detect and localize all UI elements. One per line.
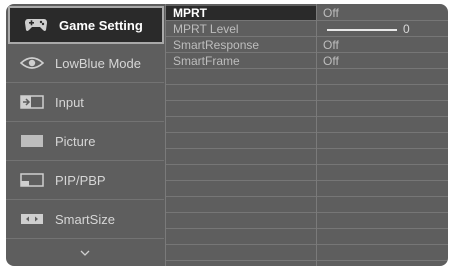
- submenu-empty-row: [166, 134, 316, 149]
- value-empty-row: [317, 182, 448, 197]
- mprt-level-slider[interactable]: 0: [317, 22, 448, 37]
- picture-icon: [19, 133, 45, 149]
- menu-item-lowblue-mode[interactable]: LowBlue Mode: [6, 44, 164, 83]
- value-empty-row: [317, 230, 448, 245]
- value-label: Off: [323, 38, 339, 52]
- value-empty-row: [317, 198, 448, 213]
- value-empty-row: [317, 118, 448, 133]
- menu-item-label: Input: [55, 94, 84, 110]
- menu-item-label: PIP/PBP: [55, 172, 106, 188]
- value-smartresponse[interactable]: Off: [317, 38, 448, 53]
- submenu-empty-row: [166, 166, 316, 181]
- chevron-down-icon[interactable]: [6, 242, 164, 264]
- value-empty-row: [317, 102, 448, 117]
- menu-item-label: Game Setting: [59, 17, 143, 33]
- submenu-item-mprt-level[interactable]: MPRT Level: [166, 22, 316, 37]
- submenu-empty-row: [166, 182, 316, 197]
- submenu-empty-row: [166, 230, 316, 245]
- submenu-item-smartresponse[interactable]: SmartResponse: [166, 38, 316, 53]
- menu-item-label: LowBlue Mode: [55, 55, 141, 71]
- value-empty-row: [317, 134, 448, 149]
- value-empty-row: [317, 86, 448, 101]
- menu-item-label: SmartSize: [55, 211, 115, 227]
- slider-value: 0: [403, 22, 410, 36]
- submenu-empty-row: [166, 150, 316, 165]
- submenu: MPRT MPRT Level SmartResponse SmartFrame: [165, 4, 317, 266]
- submenu-empty-row: [166, 198, 316, 213]
- submenu-empty-row: [166, 102, 316, 117]
- value-mprt[interactable]: Off: [317, 6, 448, 21]
- menu-item-input[interactable]: Input: [6, 83, 164, 122]
- menu-item-pip-pbp[interactable]: PIP/PBP: [6, 161, 164, 200]
- value-label: Off: [323, 54, 339, 68]
- osd-panel: Game Setting LowBlue Mode Input Picture …: [6, 4, 448, 266]
- submenu-empty-row: [166, 86, 316, 101]
- input-icon: [19, 94, 45, 110]
- smartsize-icon: [19, 211, 45, 227]
- value-empty-row: [317, 166, 448, 181]
- value-empty-row: [317, 246, 448, 261]
- submenu-empty-row: [166, 214, 316, 229]
- value-empty-row: [317, 70, 448, 85]
- submenu-empty-row: [166, 118, 316, 133]
- value-column: Off 0 Off Off: [317, 4, 448, 266]
- submenu-item-mprt[interactable]: MPRT: [166, 6, 316, 21]
- slider-track[interactable]: [327, 29, 397, 31]
- gamepad-icon: [23, 17, 49, 33]
- menu-item-picture[interactable]: Picture: [6, 122, 164, 161]
- eye-icon: [19, 55, 45, 71]
- value-empty-row: [317, 150, 448, 165]
- submenu-item-label: SmartResponse: [173, 38, 260, 52]
- submenu-empty-row: [166, 246, 316, 261]
- submenu-item-label: MPRT Level: [173, 22, 239, 36]
- menu-item-label: Picture: [55, 133, 96, 149]
- value-label: Off: [323, 6, 339, 20]
- value-empty-row: [317, 214, 448, 229]
- menu-item-game-setting[interactable]: Game Setting: [8, 6, 164, 44]
- submenu-item-label: MPRT: [173, 6, 207, 20]
- main-menu: Game Setting LowBlue Mode Input Picture …: [6, 4, 165, 266]
- submenu-item-label: SmartFrame: [173, 54, 240, 68]
- submenu-empty-row: [166, 70, 316, 85]
- value-smartframe[interactable]: Off: [317, 54, 448, 69]
- menu-item-smartsize[interactable]: SmartSize: [6, 200, 164, 239]
- submenu-item-smartframe[interactable]: SmartFrame: [166, 54, 316, 69]
- pip-icon: [19, 172, 45, 188]
